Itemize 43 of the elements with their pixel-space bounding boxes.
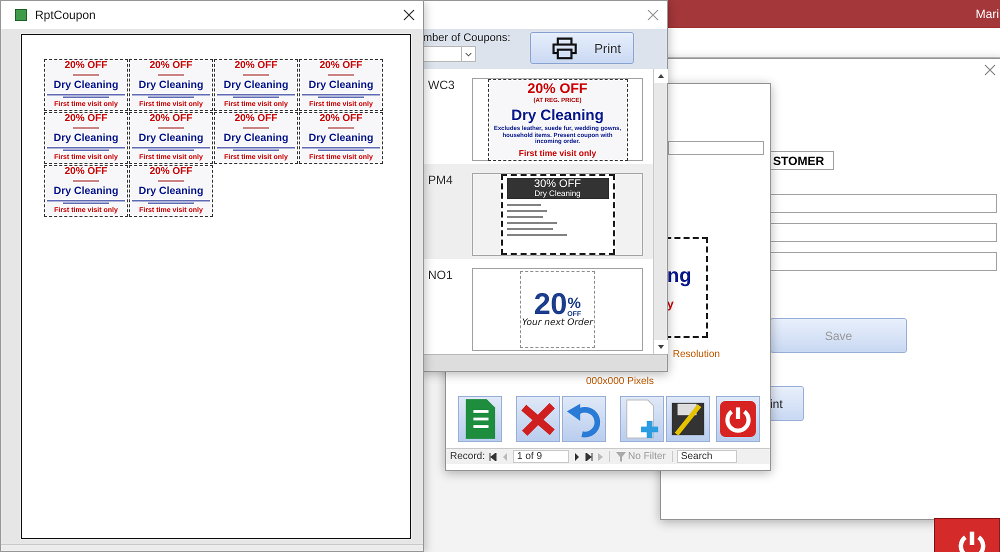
record-position-field[interactable]: 1 of 9 bbox=[513, 450, 570, 463]
coupon-footer: Your next Order bbox=[522, 318, 593, 328]
coupon-service: Dry Cleaning bbox=[534, 190, 581, 198]
coupon-footer: First time visit only bbox=[518, 148, 596, 158]
coupon-service: Dry Cleaning bbox=[138, 132, 204, 144]
coupon-service: Dry Cleaning bbox=[54, 132, 118, 144]
coupon-headline: 20% OFF bbox=[234, 61, 278, 71]
coupon-service: Dry Cleaning bbox=[54, 80, 118, 90]
coupon-service: Dry Cleaning bbox=[54, 186, 118, 196]
coupon-service: Dry Cleaning bbox=[308, 80, 374, 90]
record-label: Record: bbox=[450, 451, 486, 462]
coupon-code: PM4 bbox=[428, 173, 454, 189]
coupon-service: Dry Cleaning bbox=[511, 108, 604, 123]
coupon-number: 20 bbox=[534, 291, 568, 318]
coupon-service: Dry Cleaning bbox=[308, 132, 374, 144]
user-name: Mari bbox=[976, 7, 999, 21]
coupon-code: WC3 bbox=[428, 78, 456, 94]
coupon-count-label: mber of Coupons: bbox=[423, 32, 512, 44]
coupon-headline: 30% OFF bbox=[534, 179, 582, 190]
window-title: RptCoupon bbox=[35, 8, 97, 22]
coupon-service: Dry Cleaning bbox=[224, 132, 288, 144]
coupon-headline: 20% OFF bbox=[528, 80, 588, 94]
coupon-headline: 20% OFF bbox=[320, 114, 362, 124]
search-field[interactable]: Search bbox=[676, 450, 737, 463]
coupon-percent: % bbox=[568, 296, 581, 311]
coupon-headline: 20% OFF bbox=[64, 114, 108, 124]
print-button[interactable]: int bbox=[770, 386, 804, 421]
coupon-headline: 20% OFF bbox=[320, 61, 362, 71]
coupon-service-fragment: ng bbox=[667, 266, 692, 286]
coupon-row[interactable]: PM4 30% OFF Dry Cleaning bbox=[423, 164, 653, 259]
coupon-headline: 20% OFF bbox=[64, 61, 108, 71]
coupon-service: Dry Cleaning bbox=[224, 80, 288, 90]
size-label: 000x000 Pixels bbox=[586, 376, 654, 387]
coupon-headline: 20% OFF bbox=[64, 167, 108, 177]
print-button[interactable]: Print bbox=[530, 32, 634, 64]
coupon-service: Dry Cleaning bbox=[138, 80, 204, 90]
coupon-service: Dry Cleaning bbox=[138, 186, 204, 196]
coupon-headline: 20% OFF bbox=[150, 167, 192, 177]
coupon-headline: 20% OFF bbox=[150, 61, 192, 71]
coupon-headline: 20% OFF bbox=[150, 114, 192, 124]
coupon-headline: 20% OFF bbox=[234, 114, 278, 124]
coupon-code: NO1 bbox=[428, 268, 454, 284]
resolution-label: Resolution bbox=[672, 349, 720, 360]
